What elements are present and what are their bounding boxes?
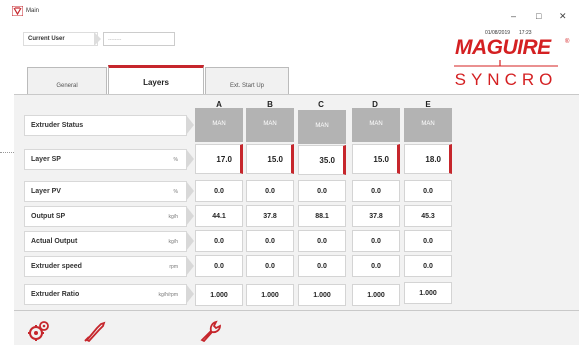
output-sp-cell-c: 88.1 (298, 205, 346, 227)
extruder-ratio-cell-c: 1.000 (298, 284, 346, 306)
dotted-connector (0, 152, 14, 153)
layer-pv-cell-c: 0.0 (298, 180, 346, 202)
layer-pv-cell-b: 0.0 (246, 180, 294, 202)
row-label-text: Extruder Status (31, 122, 84, 129)
extruder-ratio-cell-b: 1.000 (246, 284, 294, 306)
maximize-button[interactable]: □ (536, 11, 541, 21)
gears-icon[interactable] (27, 320, 51, 342)
tab-general[interactable]: General (27, 67, 107, 95)
minimize-button[interactable]: – (511, 11, 516, 21)
status-cell-c[interactable]: MAN (298, 110, 346, 144)
row-label-extruder-ratio: Extruder Ratio kg/h/rpm (24, 284, 194, 305)
row-label-layer-sp: Layer SP % (24, 149, 194, 170)
tab-ext-start-up[interactable]: Ext. Start Up (205, 67, 289, 95)
status-cell-d[interactable]: MAN (352, 108, 400, 142)
output-sp-cell-e: 45.3 (404, 205, 452, 227)
registered-mark: ® (565, 39, 570, 45)
row-arrow (186, 256, 194, 276)
extruder-speed-cell-e: 0.0 (404, 255, 452, 277)
close-button[interactable]: ✕ (559, 11, 567, 22)
row-arrow (186, 115, 194, 135)
extruder-speed-cell-c: 0.0 (298, 255, 346, 277)
row-arrow (186, 181, 194, 201)
layer-sp-input-a[interactable]: 17.0 (195, 144, 243, 174)
layer-pv-cell-e: 0.0 (404, 180, 452, 202)
row-unit: rpm (169, 264, 178, 270)
maguire-logo: MAGUIRE (455, 36, 551, 59)
extruder-speed-cell-a: 0.0 (195, 255, 243, 277)
row-unit: % (173, 189, 178, 195)
syncro-logo: SYNCRO (454, 60, 558, 89)
current-user-field[interactable]: -------- (103, 32, 175, 46)
actual-output-cell-e: 0.0 (404, 230, 452, 252)
row-label-text: Actual Output (31, 238, 78, 245)
title-bar: Main – □ ✕ (0, 0, 579, 22)
row-label-text: Extruder Ratio (31, 291, 80, 298)
row-label-extruder-speed: Extruder speed rpm (24, 256, 194, 277)
output-sp-cell-b: 37.8 (246, 205, 294, 227)
layer-sp-input-c[interactable]: 35.0 (298, 145, 346, 175)
row-label-text: Layer SP (31, 156, 61, 163)
app-icon (12, 6, 23, 16)
row-label-text: Extruder speed (31, 263, 82, 270)
status-cell-b[interactable]: MAN (246, 108, 294, 142)
row-arrow (186, 231, 194, 251)
actual-output-cell-a: 0.0 (195, 230, 243, 252)
output-sp-cell-d: 37.8 (352, 205, 400, 227)
layer-sp-input-b[interactable]: 15.0 (246, 144, 294, 174)
column-header-c: C (318, 100, 324, 109)
extruder-ratio-cell-a: 1.000 (195, 284, 243, 306)
extruder-speed-cell-d: 0.0 (352, 255, 400, 277)
main-window: Main – □ ✕ 01/08/2019 17:23 Current User… (0, 0, 579, 345)
row-label-text: Layer PV (31, 188, 61, 195)
row-label-actual-output: Actual Output kg/h (24, 231, 194, 252)
row-unit: kg/h (168, 214, 178, 220)
wrench-icon[interactable] (199, 320, 223, 342)
layer-pv-cell-a: 0.0 (195, 180, 243, 202)
row-unit: % (173, 157, 178, 163)
tab-layers[interactable]: Layers (108, 65, 204, 95)
actual-output-cell-c: 0.0 (298, 230, 346, 252)
current-user-arrow (94, 32, 101, 46)
row-label-extruder-status: Extruder Status (24, 115, 194, 136)
window-title: Main (26, 8, 40, 14)
row-unit: kg/h/rpm (158, 292, 178, 298)
status-cell-e[interactable]: MAN (404, 108, 452, 142)
row-arrow (186, 284, 194, 304)
actual-output-cell-d: 0.0 (352, 230, 400, 252)
output-sp-cell-a: 44.1 (195, 205, 243, 227)
layer-sp-input-e[interactable]: 18.0 (404, 144, 452, 174)
row-label-text: Output SP (31, 213, 66, 220)
svg-text:SYNCRO: SYNCRO (455, 70, 558, 89)
current-user-label: Current User (23, 32, 98, 46)
status-cell-a[interactable]: MAN (195, 108, 243, 142)
calibrate-icon[interactable] (83, 320, 107, 342)
extruder-ratio-cell-e: 1.000 (404, 282, 452, 304)
row-unit: kg/h (168, 239, 178, 245)
row-label-layer-pv: Layer PV % (24, 181, 194, 202)
layer-sp-input-d[interactable]: 15.0 (352, 144, 400, 174)
row-label-output-sp: Output SP kg/h (24, 206, 194, 227)
row-arrow (186, 149, 194, 169)
actual-output-cell-b: 0.0 (246, 230, 294, 252)
layer-pv-cell-d: 0.0 (352, 180, 400, 202)
row-arrow (186, 206, 194, 226)
extruder-ratio-cell-d: 1.000 (352, 284, 400, 306)
extruder-speed-cell-b: 0.0 (246, 255, 294, 277)
